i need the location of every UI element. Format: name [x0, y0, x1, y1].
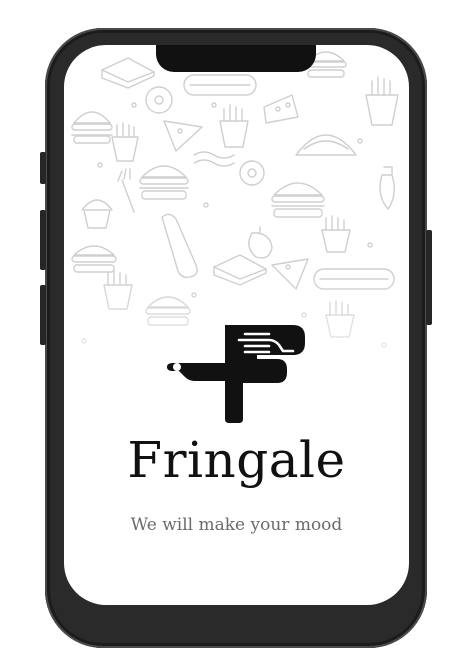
burger-doodle-4: [271, 182, 325, 218]
burger-doodle-5: [71, 245, 117, 273]
app-tagline: We will make your mood: [130, 515, 343, 535]
cheese-doodle-1: [263, 94, 299, 124]
bottle-doodle-1: [379, 166, 395, 210]
burger-doodle-1: [71, 111, 113, 144]
device-notch: [156, 45, 316, 72]
pizza-slice-doodle-1: [163, 120, 203, 152]
fork-doodle-1: [117, 168, 135, 213]
taco-doodle-1: [295, 134, 357, 156]
cupcake-doodle-1: [81, 199, 113, 229]
splash-screen: Fringale We will make your mood: [64, 45, 409, 605]
burger-doodle-3: [139, 165, 189, 200]
pepper-doodle-1: [248, 226, 273, 259]
donut-doodle-2: [239, 160, 265, 186]
silent-switch: [40, 152, 46, 184]
power-button: [426, 230, 432, 325]
sandwich-doodle-1: [101, 57, 155, 89]
bacon-doodle-1: [193, 151, 235, 167]
donut-doodle-1: [145, 86, 173, 114]
sub-sandwich-doodle-1: [183, 74, 257, 96]
volume-up-button: [40, 210, 46, 270]
hotdog-doodle-1: [161, 213, 198, 279]
fries-doodle-3: [219, 104, 249, 148]
fries-doodle-1: [365, 76, 399, 126]
volume-down-button: [40, 285, 46, 345]
cutting-board-fork-logo: [167, 325, 305, 423]
fries-doodle-2: [111, 122, 139, 162]
app-name: Fringale: [127, 431, 346, 489]
fries-doodle-4: [321, 215, 351, 253]
